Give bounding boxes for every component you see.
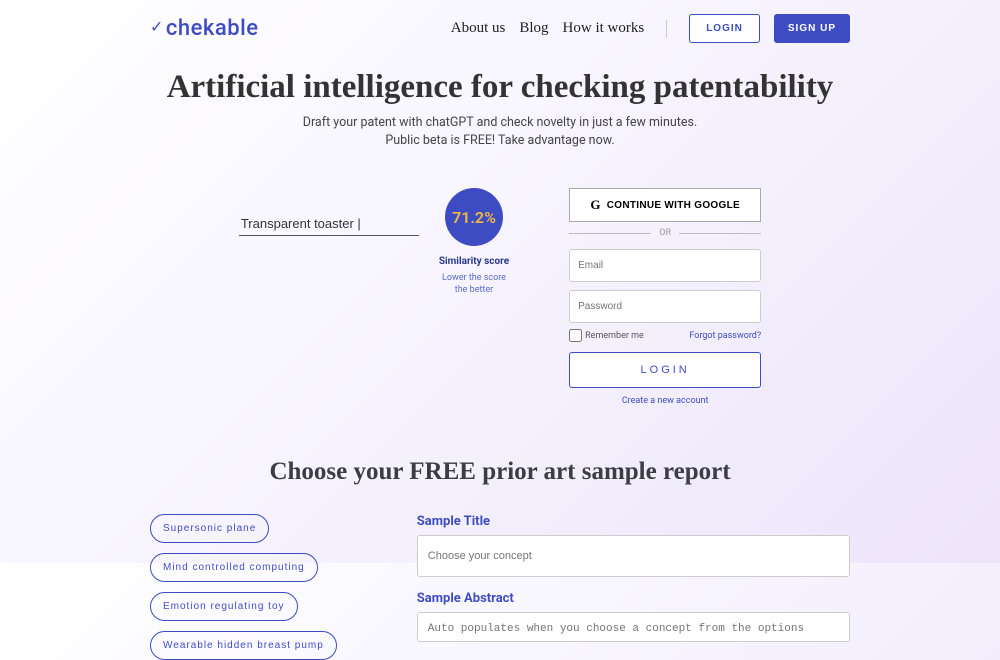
chip-mind-controlled-computing[interactable]: Mind controlled computing	[150, 553, 318, 582]
nav-divider	[666, 20, 667, 38]
sample-title-input[interactable]	[417, 535, 850, 577]
nav-about[interactable]: About us	[451, 20, 506, 37]
or-divider: OR	[569, 228, 761, 238]
logo-mark-icon: ✓	[150, 17, 164, 36]
chip-supersonic-plane[interactable]: Supersonic plane	[150, 514, 269, 543]
hero: Artificial intelligence for checking pat…	[0, 69, 1000, 150]
create-account-link[interactable]: Create a new account	[569, 396, 761, 406]
nav-signup-button[interactable]: SIGN UP	[774, 14, 850, 43]
similarity-score-hint: Lower the score the better	[442, 273, 506, 296]
demo-concept-input[interactable]	[239, 212, 419, 236]
continue-with-google-button[interactable]: G CONTINUE WITH GOOGLE	[569, 188, 761, 222]
login-submit-button[interactable]: LOGIN	[569, 352, 761, 388]
hero-title: Artificial intelligence for checking pat…	[0, 69, 1000, 106]
nav-blog[interactable]: Blog	[519, 20, 548, 37]
hero-sub-line2: Public beta is FREE! Take advantage now.	[0, 132, 1000, 150]
nav-login-button[interactable]: LOGIN	[689, 14, 760, 43]
logo-text: chekable	[166, 16, 259, 41]
hero-subtitle: Draft your patent with chatGPT and check…	[0, 114, 1000, 150]
email-field[interactable]	[569, 249, 761, 282]
similarity-score-circle: 71.2%	[445, 188, 503, 246]
sample-abstract-input[interactable]	[417, 612, 850, 642]
nav: About us Blog How it works LOGIN SIGN UP	[451, 14, 850, 43]
remember-row: Remember me Forgot password?	[569, 329, 761, 342]
main-row: 71.2% Similarity score Lower the score t…	[0, 188, 1000, 406]
sample-title-label: Sample Title	[417, 514, 850, 529]
similarity-score-label: Similarity score	[439, 256, 509, 267]
hero-sub-line1: Draft your patent with chatGPT and check…	[0, 114, 1000, 132]
remember-me-checkbox[interactable]	[569, 329, 582, 342]
chip-emotion-regulating-toy[interactable]: Emotion regulating toy	[150, 592, 298, 621]
chip-wearable-breast-pump[interactable]: Wearable hidden breast pump	[150, 631, 337, 660]
sample-form: Sample Title Sample Abstract	[417, 514, 850, 660]
remember-me-label[interactable]: Remember me	[569, 329, 644, 342]
demo: 71.2% Similarity score Lower the score t…	[239, 188, 509, 296]
remember-me-text: Remember me	[585, 331, 644, 341]
sample-row: Supersonic plane Mind controlled computi…	[0, 514, 1000, 660]
nav-how-it-works[interactable]: How it works	[563, 20, 645, 37]
sample-section-title: Choose your FREE prior art sample report	[0, 458, 1000, 486]
login-box: G CONTINUE WITH GOOGLE OR Remember me Fo…	[569, 188, 761, 406]
concept-chips: Supersonic plane Mind controlled computi…	[150, 514, 337, 660]
logo[interactable]: ✓ chekable	[150, 16, 259, 41]
google-icon: G	[590, 197, 600, 213]
header: ✓ chekable About us Blog How it works LO…	[0, 0, 1000, 53]
password-field[interactable]	[569, 290, 761, 323]
sample-abstract-label: Sample Abstract	[417, 591, 850, 606]
google-button-label: CONTINUE WITH GOOGLE	[607, 200, 740, 211]
or-text: OR	[659, 228, 671, 238]
forgot-password-link[interactable]: Forgot password?	[689, 331, 761, 341]
score-column: 71.2% Similarity score Lower the score t…	[439, 188, 509, 296]
